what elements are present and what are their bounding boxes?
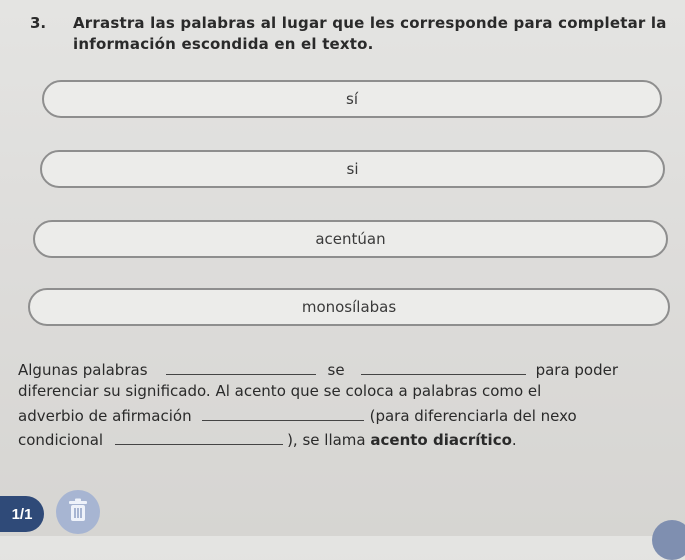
question-number: 3. [30, 14, 47, 32]
sentence-line-1: Algunas palabras se para poder [18, 358, 618, 382]
sentence-text: . [511, 431, 517, 449]
sentence-text: ), se llama [287, 431, 371, 449]
sentence-text: adverbio de afirmación [18, 407, 192, 425]
drop-blank-2[interactable] [360, 358, 526, 375]
sentence-text: condicional [18, 431, 104, 449]
sentence-text: para poder [535, 361, 619, 379]
word-card-label: si [346, 160, 359, 178]
page-indicator: 1/1 [0, 496, 44, 532]
word-card-si[interactable]: si [40, 150, 665, 188]
clear-button[interactable] [56, 490, 100, 534]
trash-icon [67, 498, 89, 526]
sentence-text: se [327, 361, 345, 379]
drop-blank-4[interactable] [115, 428, 284, 445]
word-card-label: acentúan [315, 230, 386, 248]
sentence-text: diferenciar su significado. Al acento qu… [18, 382, 542, 400]
sentence-line-4: condicional ), se llama acento diacrítico… [18, 428, 517, 452]
word-card-si-accent[interactable]: sí [42, 80, 662, 118]
sentence-text: Algunas palabras [18, 361, 148, 379]
drop-blank-1[interactable] [165, 358, 316, 375]
sentence-line-3: adverbio de afirmación (para diferenciarl… [18, 404, 577, 428]
sentence-line-2: diferenciar su significado. Al acento qu… [18, 380, 541, 403]
drop-blank-3[interactable] [201, 404, 364, 421]
corner-button[interactable] [652, 520, 685, 560]
word-card-acentuan[interactable]: acentúan [33, 220, 668, 258]
sentence-text-bold: acento diacrítico [370, 431, 512, 449]
word-card-label: sí [346, 90, 358, 108]
word-card-label: monosílabas [301, 298, 397, 316]
question-instruction: Arrastra las palabras al lugar que les c… [73, 14, 667, 53]
word-card-monosilabas[interactable]: monosílabas [28, 288, 670, 326]
sentence-text: (para diferenciarla del nexo [369, 407, 577, 425]
